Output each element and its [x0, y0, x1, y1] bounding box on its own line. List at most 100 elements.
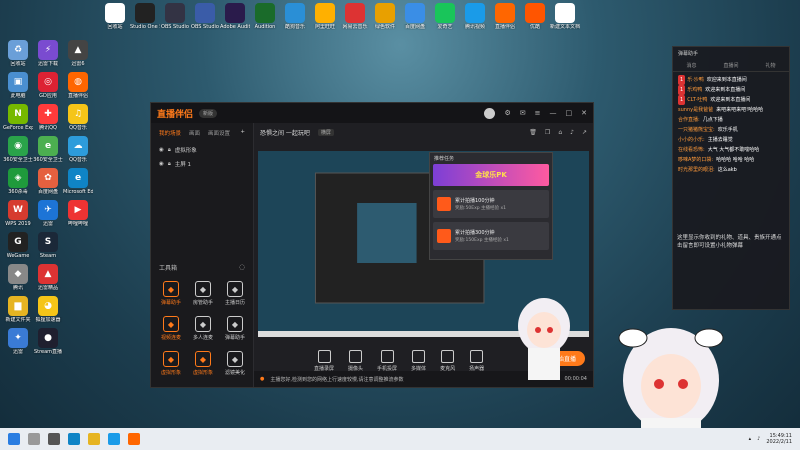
- search-icon[interactable]: [28, 433, 40, 445]
- close-icon[interactable]: ✕: [581, 109, 587, 117]
- desktop-icon[interactable]: OBS Studio: [160, 3, 190, 30]
- eye-icon[interactable]: ◉: [159, 147, 164, 153]
- scene-item-avatar[interactable]: ◉ 🔒︎ 虚拟形象: [151, 143, 253, 157]
- desktop-icon[interactable]: eMicrosoft Edge: [63, 168, 93, 195]
- version-badge[interactable]: 新版: [199, 108, 218, 118]
- copy-icon[interactable]: ❐: [545, 129, 550, 136]
- qq-icon[interactable]: [108, 433, 120, 445]
- desktop-icon[interactable]: ◎ GD应用: [33, 72, 63, 99]
- chat-username[interactable]: 在线看恐怖:: [678, 147, 705, 153]
- desktop-icon[interactable]: 优酷: [520, 3, 550, 30]
- desktop-icon[interactable]: 酷狗音乐: [280, 3, 310, 30]
- orientation-tag[interactable]: 横屏: [317, 129, 334, 136]
- tab-room[interactable]: 直播间: [723, 62, 738, 69]
- desktop-icon[interactable]: Studio One 5: [130, 3, 160, 30]
- share-icon[interactable]: ↗: [582, 129, 587, 136]
- lock-icon[interactable]: ⌂: [558, 129, 562, 136]
- chat-username[interactable]: sunny是我爸爸: [678, 107, 713, 113]
- task-view-icon[interactable]: [48, 433, 60, 445]
- task-card[interactable]: 累计拍播100分钟 奖励:50Exp 主播经验 x1: [433, 190, 549, 218]
- chat-username[interactable]: 小小的小乐:: [678, 137, 705, 143]
- source-button[interactable]: 手机投屏: [377, 350, 397, 372]
- settings-icon[interactable]: ⚙: [504, 109, 510, 117]
- chat-username[interactable]: CLT·吐鸭: [687, 97, 707, 103]
- desktop-icon[interactable]: ▶ 哔哩哔哩: [63, 200, 93, 227]
- desktop-icon[interactable]: ⚡ 迅雷下载: [33, 40, 63, 67]
- desktop-icon[interactable]: ◍ 直播伴侣: [63, 72, 93, 99]
- tool-item[interactable]: ◆ 滤镜美化: [219, 351, 251, 376]
- windows-start-icon[interactable]: [8, 433, 20, 445]
- tool-item[interactable]: ◆ 弹幕助手: [155, 281, 187, 306]
- clock[interactable]: 15:49:11 2022/2/11: [766, 433, 792, 445]
- desktop-icon[interactable]: NGeForce Experience: [3, 104, 33, 131]
- source-button[interactable]: 扬声器: [469, 350, 484, 372]
- chat-username[interactable]: 一只猪猪熊宝宝:: [678, 127, 715, 133]
- desktop-icon[interactable]: Audition: [250, 3, 280, 30]
- tool-item[interactable]: ◆ 主播日历: [219, 281, 251, 306]
- desktop-icon[interactable]: 爱奇艺: [430, 3, 460, 30]
- minimize-icon[interactable]: —: [550, 109, 557, 117]
- volume-icon[interactable]: ♪: [757, 436, 760, 442]
- source-button[interactable]: 摄像头: [348, 350, 363, 372]
- desktop-icon[interactable]: 阿里旺旺: [310, 3, 340, 30]
- file-explorer-icon[interactable]: [88, 433, 100, 445]
- maximize-icon[interactable]: □: [566, 109, 573, 117]
- task-card[interactable]: 累计拍播300分钟 奖励:150Exp 主播经验 x1: [433, 222, 549, 250]
- desktop-icon[interactable]: ▲ 迅雷6: [63, 40, 93, 67]
- desktop-icon[interactable]: 回收站: [100, 3, 130, 30]
- tab-messages[interactable]: 消息: [686, 62, 696, 69]
- pk-banner[interactable]: 金球乐PK: [433, 164, 549, 186]
- desktop-icon[interactable]: e 360安全卫士: [33, 136, 63, 163]
- network-icon[interactable]: ▴: [749, 436, 752, 442]
- lock-icon[interactable]: 🔒︎: [168, 161, 171, 168]
- desktop-icon[interactable]: 绿色软件: [370, 3, 400, 30]
- chat-username[interactable]: 乐·沙鸭: [687, 77, 704, 83]
- tab-my-scene[interactable]: 我的场景: [159, 129, 181, 137]
- desktop-icon[interactable]: G WeGame: [3, 232, 33, 259]
- tool-item[interactable]: ◆ 弹幕助手: [219, 316, 251, 341]
- more-icon[interactable]: ◌: [239, 263, 245, 271]
- desktop-icon[interactable]: OBS Studio: [190, 3, 220, 30]
- desktop-icon[interactable]: ✿ 百度网盘: [33, 168, 63, 195]
- desktop-icon[interactable]: ◉ 360安全卫士: [3, 136, 33, 163]
- desktop-icon[interactable]: ✈ 迅雷: [33, 200, 63, 227]
- tool-item[interactable]: ◆ 房管助手: [187, 281, 219, 306]
- desktop-icon[interactable]: ▆ 新建文件夹: [3, 296, 33, 323]
- desktop-icon[interactable]: ▣ 此电脑: [3, 72, 33, 99]
- tab-screen-settings[interactable]: 画面设置: [208, 129, 230, 137]
- delete-icon[interactable]: 🗑︎: [529, 129, 537, 136]
- chat-username[interactable]: 乐鸡鸭: [687, 87, 702, 93]
- chat-username[interactable]: 时光那里的眼泪:: [678, 167, 715, 173]
- chat-username[interactable]: 哆唻A梦的口袋:: [678, 157, 713, 163]
- lock-icon[interactable]: 🔒︎: [168, 147, 171, 154]
- desktop-icon[interactable]: ◆ 腾讯: [3, 264, 33, 291]
- tool-item[interactable]: ◆ 多人连麦: [187, 316, 219, 341]
- desktop-icon[interactable]: 腾讯视频: [460, 3, 490, 30]
- desktop-icon[interactable]: 百度网盘: [400, 3, 430, 30]
- eye-icon[interactable]: ◉: [159, 161, 164, 167]
- desktop-icon[interactable]: ♻ 回收站: [3, 40, 33, 67]
- desktop-icon[interactable]: 新建文本文档: [550, 3, 580, 30]
- bell-icon[interactable]: ♪: [570, 129, 574, 136]
- menu-icon[interactable]: ≡: [535, 109, 541, 117]
- message-icon[interactable]: ✉: [520, 109, 526, 117]
- desktop-icon[interactable]: ◕ 狐狸加速器: [33, 296, 63, 323]
- source-button[interactable]: 麦克风: [440, 350, 455, 372]
- desktop-icon[interactable]: ✚ 腾讯QQ: [33, 104, 63, 131]
- chat-username[interactable]: 合作直播:: [678, 117, 700, 123]
- desktop-icon[interactable]: W WPS 2019: [3, 200, 33, 227]
- desktop-icon[interactable]: Adobe Audition: [220, 3, 250, 30]
- desktop-icon[interactable]: ▲ 迅雷精品: [33, 264, 63, 291]
- live-companion-icon[interactable]: [128, 433, 140, 445]
- tool-item[interactable]: ◆ 视频连麦: [155, 316, 187, 341]
- tab-gifts[interactable]: 礼物: [765, 62, 775, 69]
- desktop-icon[interactable]: ♫ QQ音乐: [63, 104, 93, 131]
- scene-item-screen[interactable]: ◉ 🔒︎ 主屏 1: [151, 157, 253, 171]
- tool-item[interactable]: ◆ 虚拟形象: [187, 351, 219, 376]
- desktop-icon[interactable]: 网易云音乐: [340, 3, 370, 30]
- source-button[interactable]: 多媒体: [411, 350, 426, 372]
- desktop-icon[interactable]: 直播伴侣: [490, 3, 520, 30]
- edge-icon[interactable]: [68, 433, 80, 445]
- desktop-icon[interactable]: ✦ 迅雷: [3, 328, 33, 355]
- avatar[interactable]: [484, 107, 496, 119]
